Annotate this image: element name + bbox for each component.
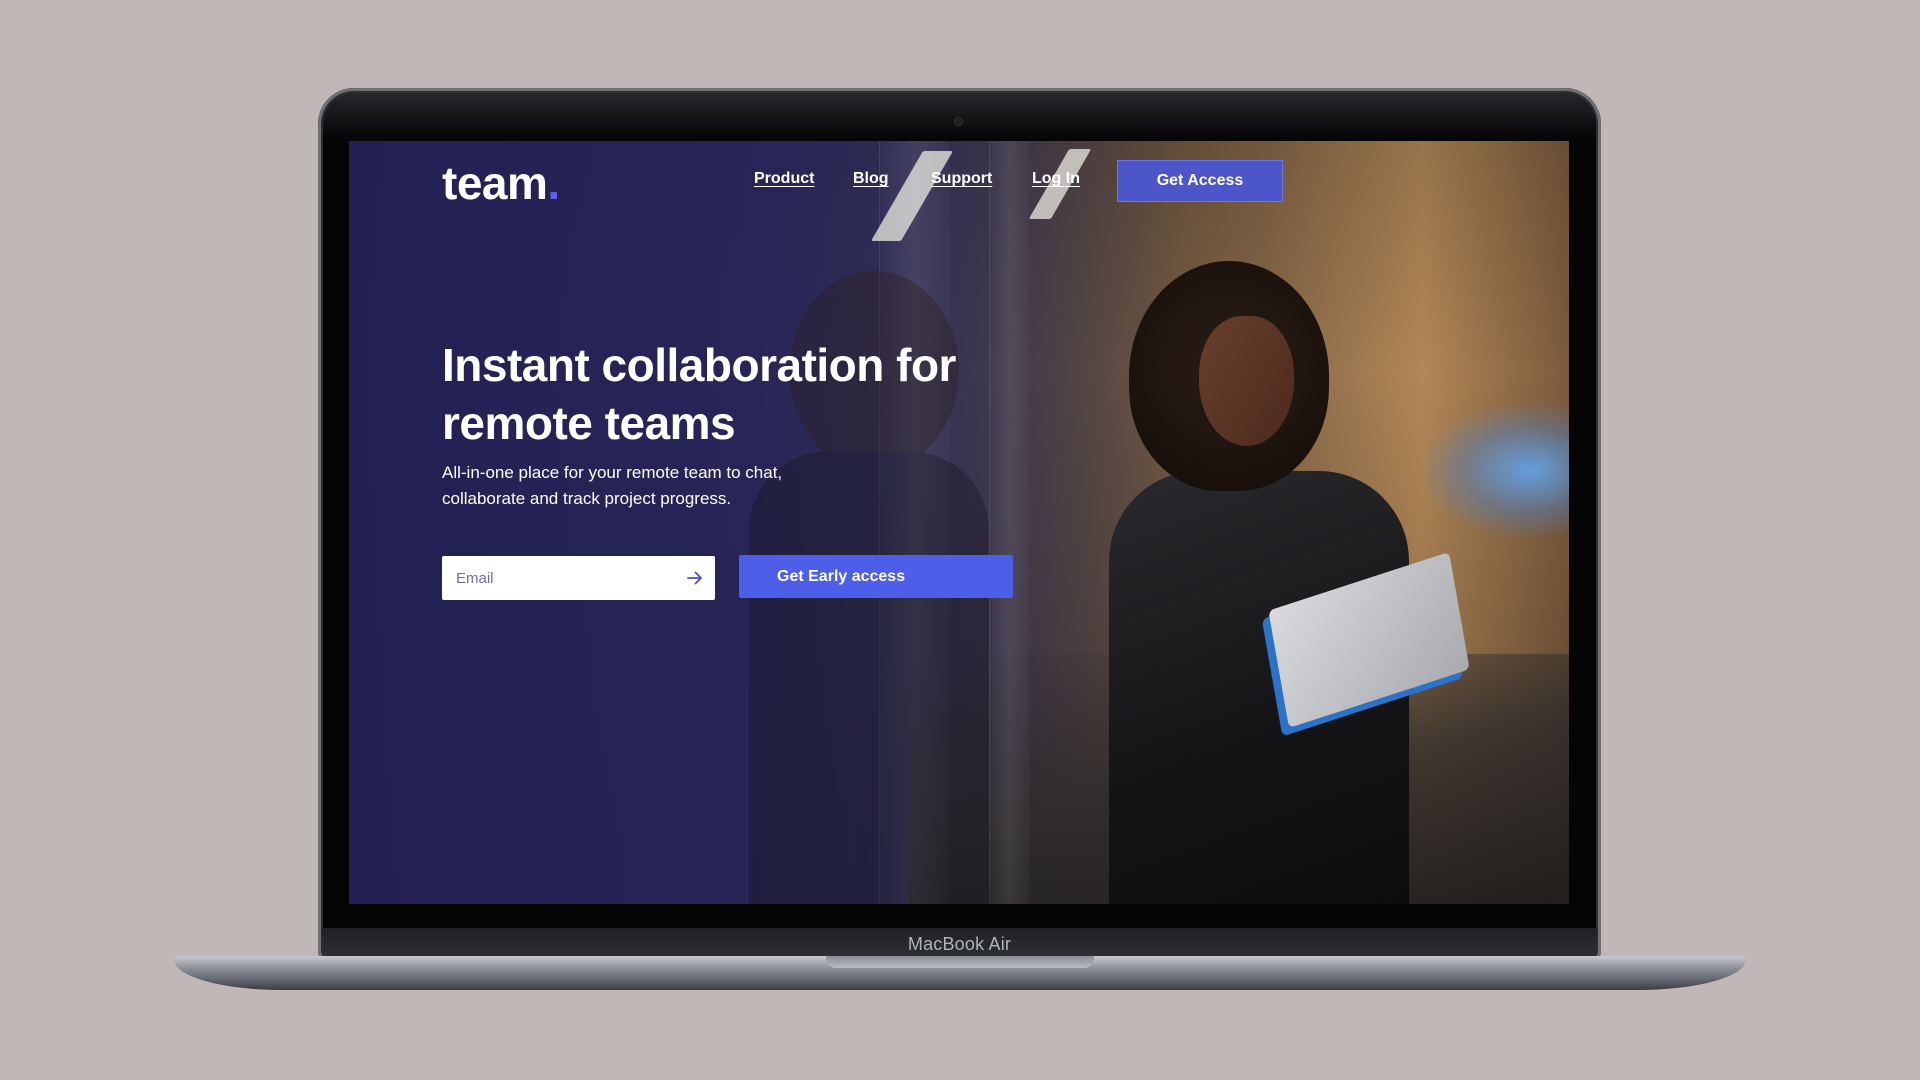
model-label: MacBook Air bbox=[907, 934, 1012, 954]
email-input[interactable] bbox=[442, 556, 675, 600]
woman-with-tablet-image bbox=[1109, 261, 1470, 904]
navbar: team. Product Blog Support Log In Get Ac… bbox=[349, 141, 1569, 221]
glass-wall bbox=[989, 141, 1030, 904]
arrow-right-icon[interactable] bbox=[675, 556, 715, 600]
nav-link-blog[interactable]: Blog bbox=[853, 170, 889, 188]
lid-notch bbox=[826, 956, 1094, 968]
nav-link-support[interactable]: Support bbox=[931, 170, 992, 188]
laptop-lid: team. Product Blog Support Log In Get Ac… bbox=[318, 88, 1601, 958]
website-screen: team. Product Blog Support Log In Get Ac… bbox=[349, 141, 1569, 904]
nav-link-login[interactable]: Log In bbox=[1032, 170, 1080, 188]
logo[interactable]: team. bbox=[442, 156, 560, 210]
bottom-bezel: MacBook Air bbox=[322, 928, 1597, 958]
logo-dot: . bbox=[547, 157, 560, 209]
hero-headline: Instant collaboration for remote teams bbox=[442, 339, 956, 449]
logo-text: team bbox=[442, 157, 548, 209]
get-early-access-button[interactable]: Get Early access bbox=[739, 555, 1013, 598]
nav-link-product[interactable]: Product bbox=[754, 170, 814, 188]
email-form bbox=[442, 556, 715, 600]
camera-icon bbox=[955, 118, 962, 125]
hero-subheadline: All-in-one place for your remote team to… bbox=[442, 463, 783, 508]
get-access-button[interactable]: Get Access bbox=[1117, 160, 1283, 202]
laptop-base bbox=[174, 956, 1746, 990]
